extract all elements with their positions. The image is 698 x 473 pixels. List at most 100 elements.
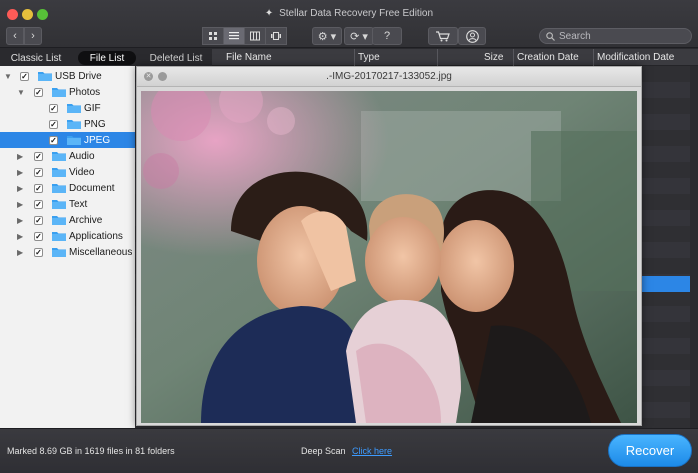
tree-item-checkbox[interactable]: ✓ (34, 247, 43, 257)
app-window: ✦ Stellar Data Recovery Free Edition ‹ ›… (0, 0, 698, 473)
tree-item-jpeg[interactable]: ✓ JPEG (0, 132, 135, 148)
tree-item-checkbox[interactable]: ✓ (34, 87, 43, 97)
tree-item-label: GIF (84, 102, 101, 114)
column-type[interactable]: Type (358, 52, 380, 63)
folder-icon (67, 136, 81, 145)
settings-button[interactable]: ⚙ ▾ (312, 27, 342, 45)
disclosure-collapsed-icon[interactable]: ▶ (17, 200, 23, 209)
columns-icon (250, 31, 260, 41)
folder-icon (52, 216, 66, 225)
list-view-button[interactable] (223, 27, 245, 45)
tree-item-checkbox[interactable]: ✓ (20, 71, 29, 81)
tree-item-photos[interactable]: ▼ ✓ Photos (0, 84, 135, 100)
folder-icon (52, 152, 66, 161)
tree-item-label: USB Drive (55, 70, 102, 82)
column-creation-date[interactable]: Creation Date (517, 52, 579, 63)
tree-item-label: JPEG (84, 134, 111, 146)
tree-item-miscellaneous[interactable]: ▶ ✓ Miscellaneous (0, 244, 135, 260)
coverflow-icon (271, 32, 281, 40)
column-file-name[interactable]: File Name (226, 52, 272, 63)
selected-file-row[interactable] (641, 276, 690, 292)
tree-item-label: Miscellaneous (69, 246, 133, 258)
preview-file-name: .-IMG-20170217-133052.jpg (326, 71, 452, 82)
resume-recovery-button[interactable]: ⟳ ▾ (344, 27, 374, 45)
marked-summary: Marked 8.69 GB in 1619 files in 81 folde… (7, 446, 175, 456)
folder-icon (52, 88, 66, 97)
folder-icon (52, 168, 66, 177)
search-icon (546, 31, 555, 41)
column-size[interactable]: Size (484, 52, 503, 63)
tree-item-video[interactable]: ▶ ✓ Video (0, 164, 135, 180)
buy-button[interactable] (428, 27, 458, 45)
disclosure-collapsed-icon[interactable]: ▶ (17, 232, 23, 241)
tree-item-checkbox[interactable]: ✓ (34, 151, 43, 161)
help-button[interactable]: ? (372, 27, 402, 45)
tree-item-usb-drive[interactable]: ▼ ✓ USB Drive (0, 68, 135, 84)
column-modification-date[interactable]: Modification Date (597, 52, 674, 63)
folder-icon (52, 200, 66, 209)
tree-item-checkbox[interactable]: ✓ (34, 215, 43, 225)
deep-scan-label: Deep Scan (301, 446, 346, 456)
tree-item-label: Text (69, 198, 88, 210)
coverflow-view-button[interactable] (265, 27, 287, 45)
disclosure-collapsed-icon[interactable]: ▶ (17, 248, 23, 257)
tree-item-checkbox[interactable]: ✓ (34, 183, 43, 193)
tree-item-png[interactable]: ✓ PNG (0, 116, 135, 132)
folder-icon (52, 184, 66, 193)
disclosure-expanded-icon[interactable]: ▼ (17, 88, 25, 97)
folder-icon (52, 232, 66, 241)
tree-item-label: Photos (69, 86, 101, 98)
folder-icon (67, 104, 81, 113)
tab-classic-list[interactable]: Classic List (0, 51, 72, 65)
grid-icon (209, 32, 217, 40)
tab-deleted-list[interactable]: Deleted List (140, 51, 212, 65)
refresh-icon: ⟳ ▾ (350, 30, 368, 43)
disclosure-collapsed-icon[interactable]: ▶ (17, 184, 23, 193)
tree-item-audio[interactable]: ▶ ✓ Audio (0, 148, 135, 164)
account-button[interactable] (458, 27, 486, 45)
forward-button[interactable]: › (24, 27, 42, 45)
tree-item-gif[interactable]: ✓ GIF (0, 100, 135, 116)
disclosure-collapsed-icon[interactable]: ▶ (17, 168, 23, 177)
tree-item-checkbox[interactable]: ✓ (49, 119, 58, 129)
user-icon (465, 29, 479, 43)
tree-item-checkbox[interactable]: ✓ (49, 103, 58, 113)
column-divider (513, 49, 514, 66)
disclosure-expanded-icon[interactable]: ▼ (4, 72, 12, 81)
recover-button[interactable]: Recover (608, 434, 692, 467)
tree-item-checkbox[interactable]: ✓ (34, 231, 43, 241)
deep-scan-link[interactable]: Click here (352, 446, 392, 456)
folder-icon (67, 120, 81, 129)
column-view-button[interactable] (244, 27, 266, 45)
tree-item-label: Document (69, 182, 115, 194)
column-divider (437, 49, 438, 66)
search-box[interactable] (539, 28, 692, 44)
file-list-scrollbar[interactable] (690, 66, 698, 428)
disclosure-collapsed-icon[interactable]: ▶ (17, 152, 23, 161)
status-bar: Marked 8.69 GB in 1619 files in 81 folde… (0, 428, 698, 473)
column-divider (593, 49, 594, 66)
tree-item-checkbox[interactable]: ✓ (34, 167, 43, 177)
disclosure-collapsed-icon[interactable]: ▶ (17, 216, 23, 225)
column-divider (354, 49, 355, 66)
app-title: ✦ Stellar Data Recovery Free Edition (0, 8, 698, 19)
back-button[interactable]: ‹ (6, 27, 24, 45)
tab-file-list[interactable]: File List (78, 51, 136, 65)
icon-view-button[interactable] (202, 27, 224, 45)
tree-item-label: Archive (69, 214, 103, 226)
tree-item-applications[interactable]: ▶ ✓ Applications (0, 228, 135, 244)
cart-icon (436, 30, 450, 41)
tree-item-document[interactable]: ▶ ✓ Document (0, 180, 135, 196)
family-photo (141, 91, 637, 423)
tree-item-text[interactable]: ▶ ✓ Text (0, 196, 135, 212)
tree-item-checkbox[interactable]: ✓ (34, 199, 43, 209)
preview-window: ✕ .-IMG-20170217-133052.jpg (136, 66, 642, 426)
chevron-left-icon: ‹ (13, 30, 17, 42)
folder-icon (38, 72, 52, 81)
search-input[interactable] (559, 30, 679, 42)
list-icon (229, 32, 239, 40)
tree-item-checkbox[interactable]: ✓ (49, 135, 58, 145)
tree-item-label: PNG (84, 118, 106, 130)
view-mode-group (202, 27, 287, 45)
tree-item-archive[interactable]: ▶ ✓ Archive (0, 212, 135, 228)
